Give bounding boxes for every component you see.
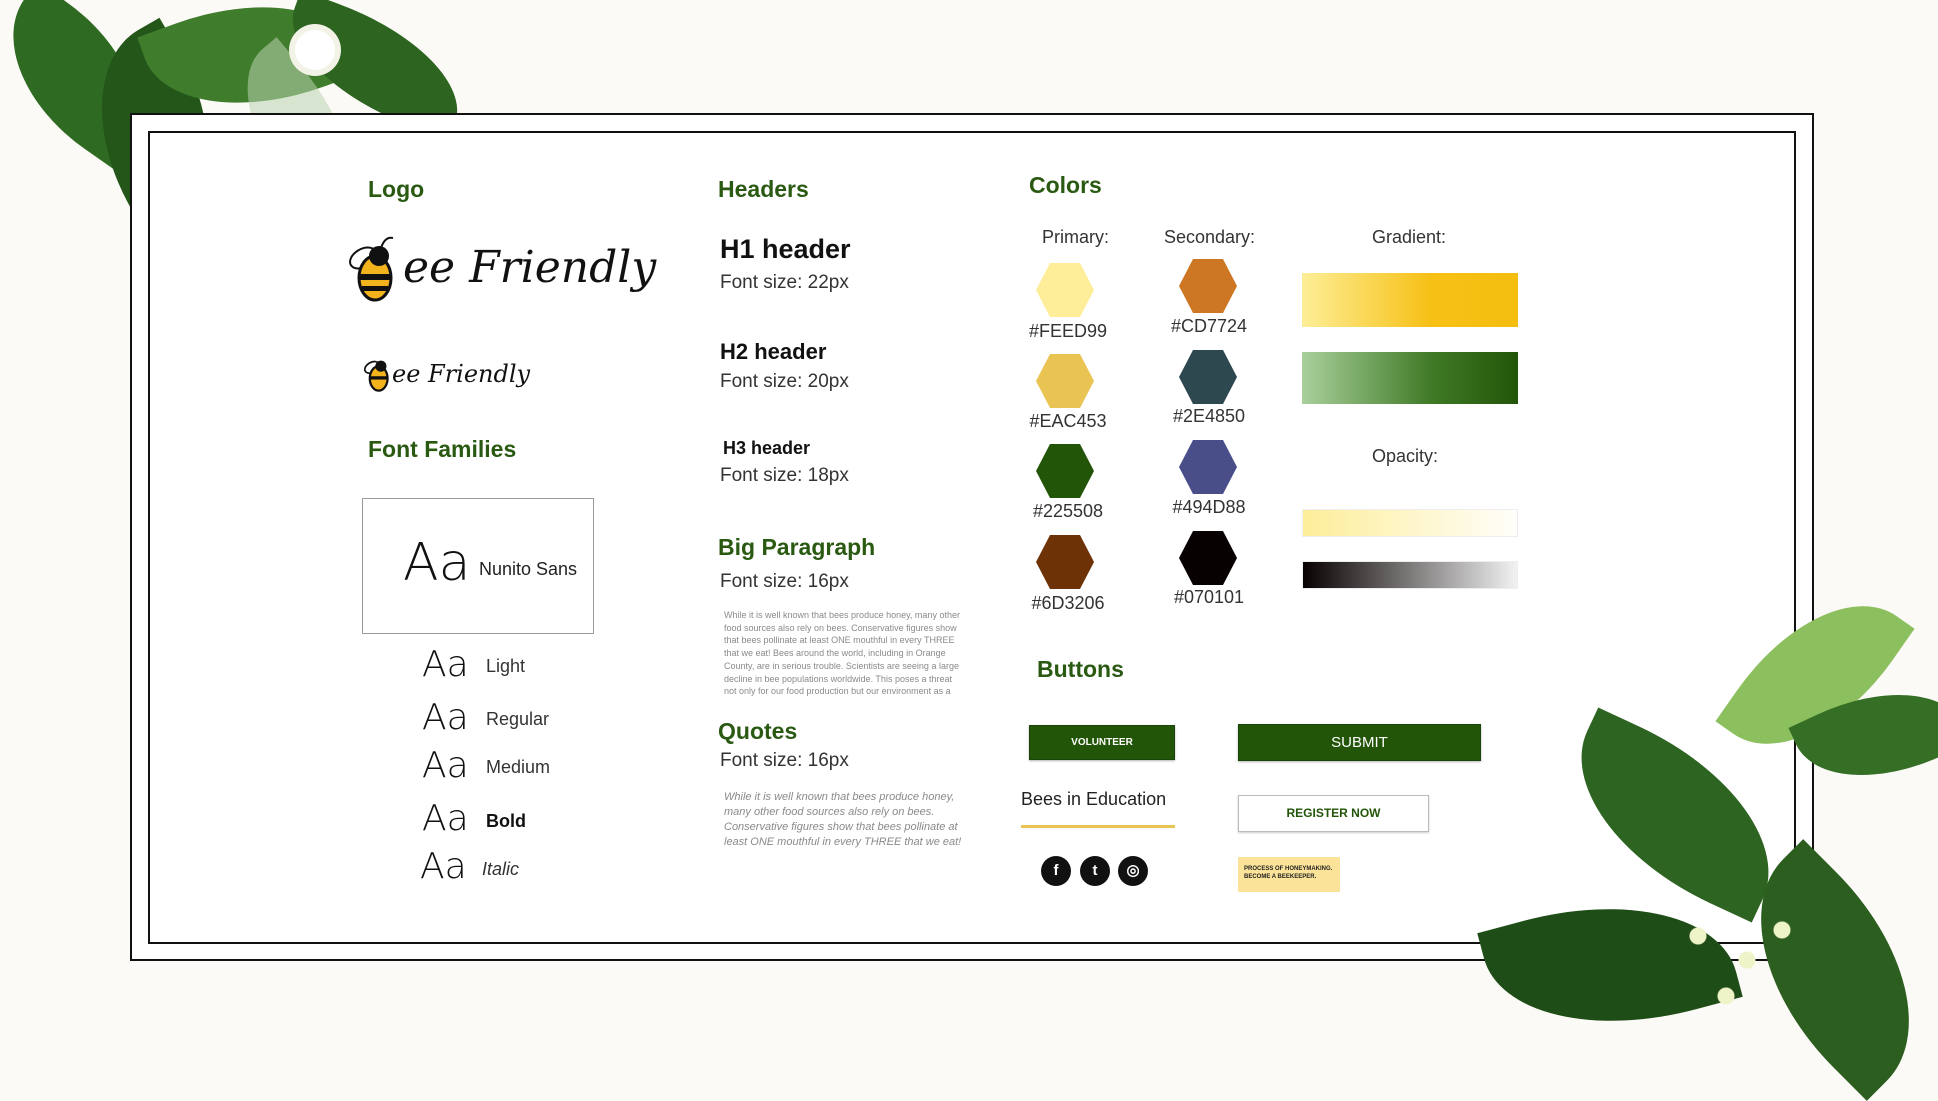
foliage-bottom-right (1470, 565, 1938, 1101)
big-paragraph-size-note: Font size: 16px (720, 571, 849, 592)
big-paragraph-title: Big Paragraph (718, 534, 876, 560)
quotes-size-note: Font size: 16px (720, 750, 849, 771)
weight-regular-label: Regular (486, 709, 550, 729)
swatch-hexagon (1179, 259, 1237, 313)
swatch-fill (1036, 535, 1094, 589)
opacity-black (1302, 561, 1518, 589)
gradient-green (1302, 352, 1518, 404)
swatch-hexagon (1036, 263, 1094, 317)
font-families-title: Font Families (368, 436, 517, 462)
beekeeper-notice: PROCESS OF HONEYMAKING. BECOME A BEEKEEP… (1238, 857, 1340, 892)
register-now-button[interactable]: REGISTER NOW (1238, 795, 1429, 832)
font-sample-large: Aa (403, 533, 471, 593)
quotes-title: Quotes (718, 718, 798, 744)
font-sample: Aa (422, 697, 469, 738)
logo-large: ee Friendly (345, 228, 656, 312)
font-family-name: Nunito Sans (479, 559, 578, 579)
notice-line: PROCESS OF HONEYMAKING. (1244, 866, 1333, 872)
swatch-hexagon (1036, 354, 1094, 408)
secondary-label: Secondary: (1164, 227, 1256, 247)
colors-section-title: Colors (1029, 172, 1102, 198)
swatch-code: #070101 (1173, 587, 1245, 607)
buds-decoration (1670, 900, 1810, 1020)
flower-decoration (295, 30, 335, 70)
headers-section-title: Headers (718, 176, 809, 202)
weight-bold-label: Bold (486, 811, 526, 831)
swatch-fill (1036, 263, 1094, 317)
swatch-fill (1036, 354, 1094, 408)
font-weight-list: Aa Light Aa Regular Aa Medium Aa Bold Aa… (420, 640, 620, 890)
logo-text-large: ee Friendly (403, 242, 657, 293)
weight-italic-label: Italic (482, 859, 520, 879)
buttons-section-title: Buttons (1037, 656, 1124, 682)
swatch-fill (1179, 350, 1237, 404)
quote-sample: While it is well known that bees produce… (724, 790, 994, 850)
paragraph-line: that we eat! Bees around the world, incl… (724, 648, 946, 659)
paragraph-line: that bees pollinate at least ONE mouthfu… (724, 635, 955, 646)
swatch-fill (1036, 444, 1094, 498)
quote-line: While it is well known that bees produce… (724, 791, 955, 803)
swatch-fill (1179, 440, 1237, 494)
swatch-code: #225508 (1032, 501, 1104, 521)
opacity-yellow (1302, 509, 1518, 537)
h2-sample: H2 header (720, 339, 827, 364)
swatch-fill (1179, 259, 1237, 313)
gradient-yellow (1302, 273, 1518, 327)
weight-light-label: Light (486, 656, 526, 676)
facebook-icon[interactable]: f (1041, 856, 1071, 886)
paragraph-line: County, are in serious trouble. Scientis… (724, 660, 959, 671)
paragraph-line: not only for our food production but our… (724, 686, 951, 697)
swatch-code: #494D88 (1172, 497, 1246, 517)
h1-sample: H1 header (720, 234, 851, 264)
font-sample: Aa (422, 644, 469, 685)
h1-size-note: Font size: 22px (720, 272, 849, 293)
instagram-icon[interactable]: ◎ (1118, 856, 1148, 886)
paragraph-line: food sources also rely on bees. Conserva… (724, 622, 957, 633)
h3-size-note: Font size: 18px (720, 465, 849, 486)
swatch-hexagon (1179, 440, 1237, 494)
h2-size-note: Font size: 20px (720, 371, 849, 392)
swatch-code: #FEED99 (1028, 321, 1108, 341)
volunteer-button[interactable]: VOLUNTEER (1029, 725, 1175, 760)
swatch-code: #6D3206 (1031, 593, 1105, 613)
swatch-code: #EAC453 (1029, 411, 1107, 431)
paragraph-line: decline in bee populations worldwide. Th… (724, 673, 952, 684)
logo-small: ee Friendly (362, 350, 530, 400)
submit-button[interactable]: SUBMIT (1238, 724, 1481, 761)
bees-in-education-link[interactable]: Bees in Education (1021, 789, 1175, 828)
logo-section-title: Logo (368, 176, 425, 202)
swatch-hexagon (1179, 350, 1237, 404)
paragraph-line: While it is well known that bees produce… (724, 610, 960, 620)
quote-line: many other food sources also rely on bee… (724, 806, 935, 818)
swatch-hexagon (1036, 444, 1094, 498)
h3-sample: H3 header (723, 438, 811, 458)
gradient-label: Gradient: (1372, 227, 1447, 247)
swatch-fill (1179, 531, 1237, 585)
paragraph-sample: While it is well known that bees produce… (724, 609, 984, 698)
swatch-hexagon (1179, 531, 1237, 585)
logo-text-small: ee Friendly (392, 360, 531, 388)
twitter-icon[interactable]: t (1080, 856, 1110, 886)
weight-medium-label: Medium (486, 757, 551, 777)
font-sample: Aa (422, 745, 469, 786)
swatch-code: #CD7724 (1170, 316, 1248, 336)
swatch-hexagon (1036, 535, 1094, 589)
quote-line: least ONE mouthful in every THREE that w… (724, 836, 962, 848)
swatch-code: #2E4850 (1172, 406, 1246, 426)
opacity-label: Opacity: (1372, 446, 1439, 466)
primary-label: Primary: (1042, 227, 1109, 247)
font-sample: Aa (422, 798, 469, 839)
notice-line: BECOME A BEEKEEPER. (1244, 874, 1317, 880)
quote-line: Conservative figures show that bees poll… (724, 821, 958, 833)
font-family-card: Aa Nunito Sans (362, 498, 594, 634)
bees-in-education-label: Bees in Education (1021, 789, 1167, 809)
font-sample: Aa (420, 846, 467, 887)
